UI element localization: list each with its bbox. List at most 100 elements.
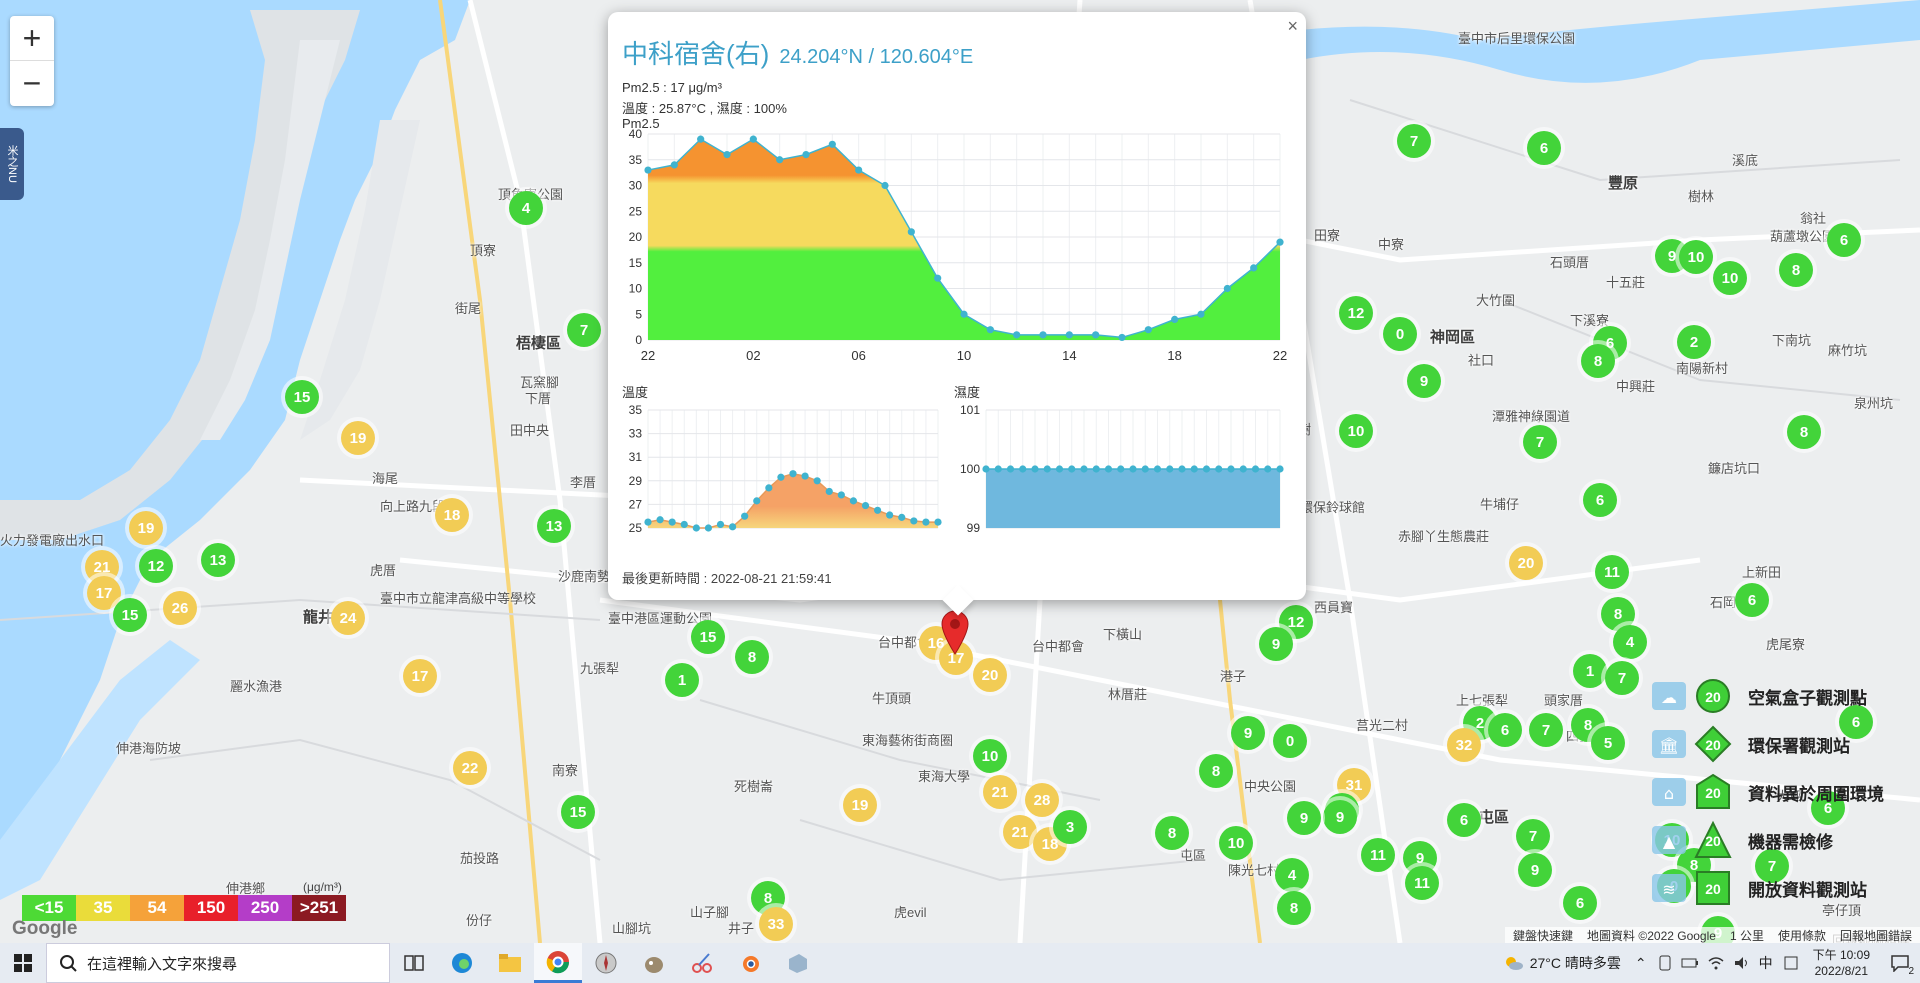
sensor-marker[interactable]: 9 <box>1518 853 1552 887</box>
sensor-marker[interactable]: 0 <box>1383 317 1417 351</box>
sensor-marker[interactable]: 9 <box>1231 716 1265 750</box>
sensor-marker[interactable]: 9 <box>1323 800 1357 834</box>
sensor-marker[interactable]: 28 <box>1025 783 1059 817</box>
sensor-marker[interactable]: 15 <box>113 598 147 632</box>
sensor-marker[interactable]: 4 <box>1613 625 1647 659</box>
device-icon[interactable] <box>1657 955 1673 971</box>
task-view-icon[interactable] <box>390 943 438 983</box>
sensor-marker[interactable]: 3 <box>1053 810 1087 844</box>
chevron-up-icon[interactable]: ⌃ <box>1635 955 1647 972</box>
terms-link[interactable]: 使用條款 <box>1778 927 1826 944</box>
sensor-marker[interactable]: 1 <box>665 663 699 697</box>
sensor-marker[interactable]: 10 <box>1679 240 1713 274</box>
data-point <box>1178 465 1186 473</box>
sensor-marker[interactable]: 8 <box>1199 754 1233 788</box>
zoom-out-button[interactable]: − <box>10 61 54 106</box>
sensor-marker[interactable]: 7 <box>1523 425 1557 459</box>
sensor-marker[interactable]: 18 <box>435 498 469 532</box>
station-type-legend: ☁ 20 空氣盒子觀測點 🏛 20 環保署觀測站 ⌂ 20 資料異於周圍環境 ▲ 20 機器需檢修 ≋ 2… <box>1648 672 1884 912</box>
side-panel-tab[interactable]: 米之NU <box>0 128 24 200</box>
sensor-marker[interactable]: 20 <box>973 658 1007 692</box>
sensor-marker[interactable]: 10 <box>1219 826 1253 860</box>
edge-icon[interactable] <box>438 943 486 983</box>
sensor-marker[interactable]: 21 <box>983 775 1017 809</box>
sensor-marker[interactable]: 8 <box>1155 816 1189 850</box>
sensor-marker[interactable]: 7 <box>1605 661 1639 695</box>
map-scale[interactable]: 1 公里 <box>1730 927 1764 944</box>
sensor-marker[interactable]: 0 <box>1273 724 1307 758</box>
notification-center-button[interactable]: 2 <box>1880 943 1920 983</box>
sensor-marker[interactable]: 11 <box>1595 555 1629 589</box>
sensor-marker[interactable]: 6 <box>1447 803 1481 837</box>
chrome-icon[interactable] <box>534 943 582 983</box>
sensor-marker[interactable]: 20 <box>1509 546 1543 580</box>
sensor-marker[interactable]: 10 <box>973 739 1007 773</box>
weather-text[interactable]: 27°C 晴時多雲 <box>1530 953 1621 973</box>
compass-app-icon[interactable] <box>582 943 630 983</box>
sensor-marker[interactable]: 7 <box>567 313 601 347</box>
sensor-marker[interactable]: 22 <box>453 751 487 785</box>
file-explorer-icon[interactable] <box>486 943 534 983</box>
sensor-marker[interactable]: 13 <box>201 543 235 577</box>
battery-icon[interactable] <box>1681 956 1699 970</box>
sensor-marker[interactable]: 6 <box>1583 483 1617 517</box>
sensor-marker[interactable]: 19 <box>341 421 375 455</box>
sensor-marker[interactable]: 12 <box>139 549 173 583</box>
selected-pin-icon[interactable] <box>940 610 970 656</box>
sensor-marker[interactable]: 21 <box>1003 815 1037 849</box>
sensor-marker[interactable]: 7 <box>1397 124 1431 158</box>
sensor-marker[interactable]: 7 <box>1516 819 1550 853</box>
map-data-credit[interactable]: 地圖資料 ©2022 Google <box>1587 927 1716 944</box>
sensor-marker[interactable]: 32 <box>1447 728 1481 762</box>
sensor-marker[interactable]: 2 <box>1677 325 1711 359</box>
ime-mode-icon[interactable] <box>1783 955 1799 971</box>
sensor-marker[interactable]: 8 <box>1581 344 1615 378</box>
sensor-marker[interactable]: 33 <box>759 907 793 941</box>
sensor-marker[interactable]: 15 <box>561 795 595 829</box>
sensor-marker[interactable]: 24 <box>331 601 365 635</box>
gimp-icon[interactable] <box>630 943 678 983</box>
sensor-marker[interactable]: 8 <box>1779 253 1813 287</box>
sensor-marker[interactable]: 6 <box>1827 223 1861 257</box>
wifi-icon[interactable] <box>1707 955 1725 971</box>
sensor-marker[interactable]: 6 <box>1527 131 1561 165</box>
sensor-marker[interactable]: 15 <box>691 620 725 654</box>
sensor-marker[interactable]: 6 <box>1735 583 1769 617</box>
sensor-marker[interactable]: 7 <box>1529 713 1563 747</box>
blender-icon[interactable] <box>726 943 774 983</box>
clock[interactable]: 下午 10:09 2022/8/21 <box>1813 947 1870 979</box>
sensor-marker[interactable]: 9 <box>1259 627 1293 661</box>
sensor-marker[interactable]: 12 <box>1339 296 1373 330</box>
start-button[interactable] <box>0 943 46 983</box>
keyboard-shortcuts-link[interactable]: 鍵盤快速鍵 <box>1513 927 1573 944</box>
sensor-marker[interactable]: 4 <box>509 191 543 225</box>
sensor-marker[interactable]: 13 <box>537 509 571 543</box>
sensor-marker[interactable]: 5 <box>1591 726 1625 760</box>
sensor-marker[interactable]: 19 <box>843 788 877 822</box>
taskbar-search[interactable]: 在這裡輸入文字來搜尋 <box>46 943 390 983</box>
sensor-marker[interactable]: 15 <box>285 380 319 414</box>
app-icon[interactable] <box>774 943 822 983</box>
sensor-marker[interactable]: 11 <box>1361 838 1395 872</box>
report-error-link[interactable]: 回報地圖錯誤 <box>1840 927 1912 944</box>
volume-icon[interactable] <box>1733 955 1751 971</box>
sensor-marker[interactable]: 4 <box>1275 858 1309 892</box>
sensor-marker[interactable]: 8 <box>735 640 769 674</box>
sensor-marker[interactable]: 1 <box>1573 654 1607 688</box>
sensor-marker[interactable]: 8 <box>1787 415 1821 449</box>
sensor-marker[interactable]: 19 <box>129 511 163 545</box>
map-canvas[interactable]: 頂魚寮公園頂寮街尾梧棲區瓦窯腳下厝田中央海尾向上路九段李厝虎厝龍井麗水漁港伸港海… <box>0 0 1920 943</box>
zoom-in-button[interactable]: + <box>10 16 54 61</box>
sensor-marker[interactable]: 10 <box>1339 414 1373 448</box>
ime-indicator[interactable]: 中 <box>1759 953 1773 973</box>
sensor-marker[interactable]: 6 <box>1563 886 1597 920</box>
sensor-marker[interactable]: 10 <box>1713 261 1747 295</box>
sensor-marker[interactable]: 17 <box>403 659 437 693</box>
sensor-marker[interactable]: 9 <box>1287 801 1321 835</box>
sensor-marker[interactable]: 9 <box>1407 364 1441 398</box>
sensor-marker[interactable]: 11 <box>1405 866 1439 900</box>
snipping-tool-icon[interactable] <box>678 943 726 983</box>
sensor-marker[interactable]: 26 <box>163 591 197 625</box>
sensor-marker[interactable]: 6 <box>1488 713 1522 747</box>
sensor-marker[interactable]: 8 <box>1277 891 1311 925</box>
